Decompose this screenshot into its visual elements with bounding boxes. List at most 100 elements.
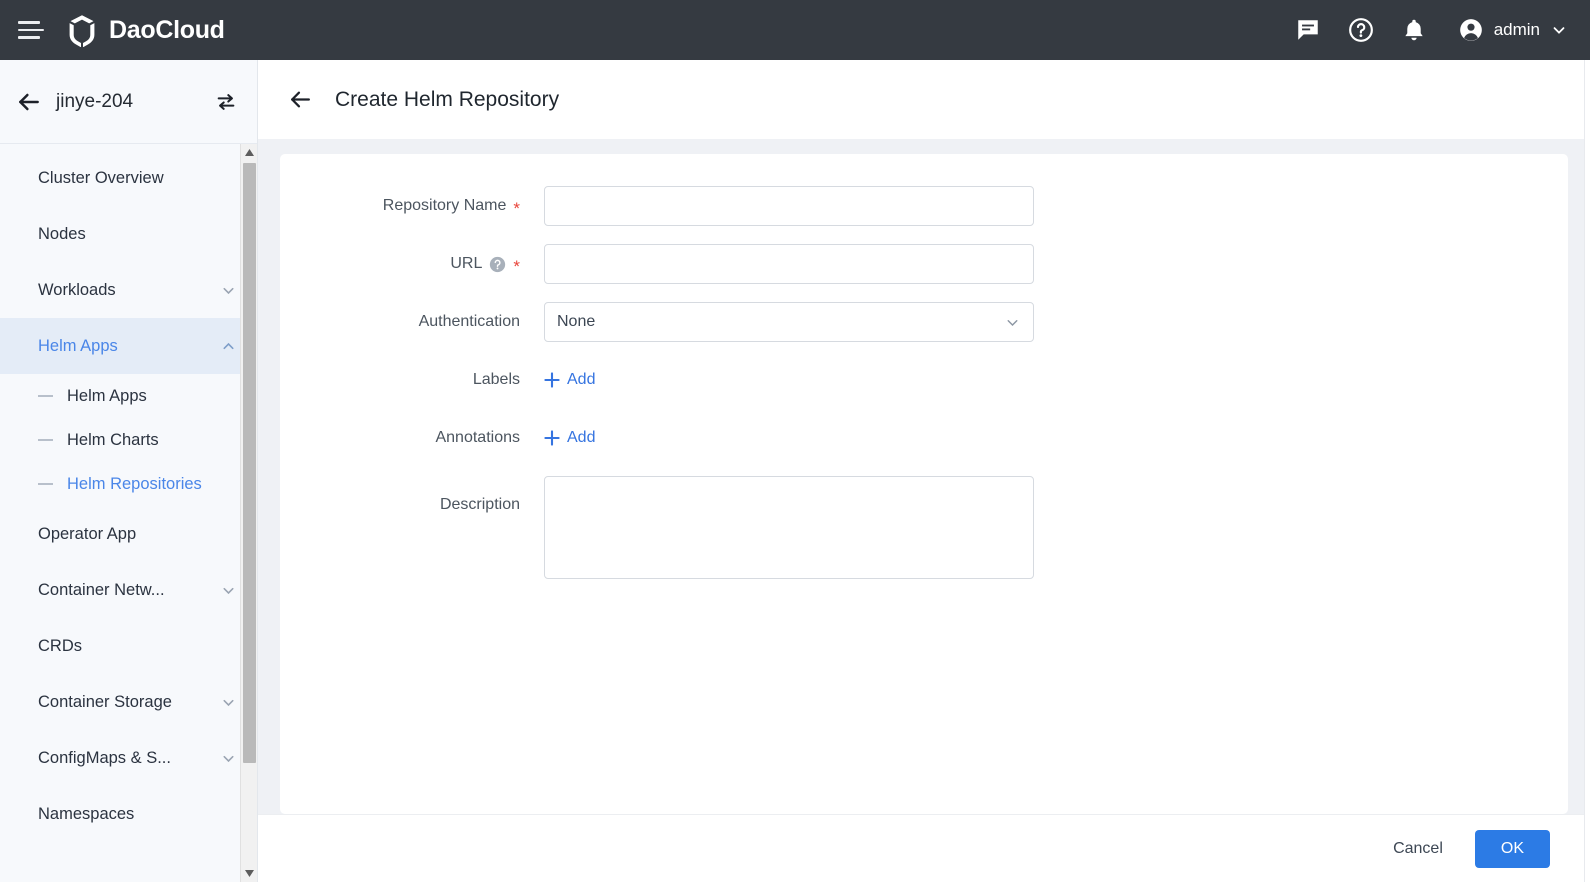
chevron-down-icon[interactable] [220,750,237,767]
form-row-description: Description [280,476,1568,584]
dash-icon [38,483,53,485]
brand-logo-group[interactable]: DaoCloud [66,14,225,47]
sidebar-item-label: Operator App [38,525,136,544]
chevron-down-icon[interactable] [220,694,237,711]
sidebar-item-container-network[interactable]: Container Netw... [0,562,257,618]
dash-icon [38,439,53,441]
label-authentication: Authentication [280,302,530,342]
window-scrollbar[interactable] [1584,60,1590,882]
repository-name-input[interactable] [544,186,1034,226]
arrow-left-icon[interactable] [16,89,42,115]
brand-name: DaoCloud [109,16,225,45]
page-title: Create Helm Repository [335,88,559,112]
chevron-down-icon[interactable] [1004,314,1021,331]
hamburger-icon[interactable] [18,15,48,45]
sidebar-item-configmaps-secrets[interactable]: ConfigMaps & S... [0,730,257,786]
sidebar-item-workloads[interactable]: Workloads [0,262,257,318]
sidebar-item-container-storage[interactable]: Container Storage [0,674,257,730]
hamburger-line [18,21,40,24]
scroll-up-arrow-icon[interactable] [241,144,258,161]
form-row-labels: Labels Add [280,360,1568,400]
sidebar-item-cluster-overview[interactable]: Cluster Overview [0,150,257,206]
sidebar-nav-list: Cluster Overview Nodes Workloads Helm Ap… [0,144,257,842]
dash-icon [38,395,53,397]
help-icon[interactable] [489,256,506,273]
sidebar-item-crds[interactable]: CRDs [0,618,257,674]
sidebar-item-label: Helm Apps [38,337,118,356]
hamburger-line [18,36,40,39]
add-label-button[interactable]: Add [544,360,595,400]
required-asterisk: * [513,200,520,217]
plus-icon [544,372,560,388]
authentication-selected-value: None [557,313,595,331]
plus-icon [544,430,560,446]
label-url: URL * [280,244,530,284]
form-row-url: URL * [280,244,1568,284]
sidebar-item-nodes[interactable]: Nodes [0,206,257,262]
triangle-down-icon [244,869,255,878]
sidebar-scrollbar[interactable] [240,144,257,882]
scroll-down-arrow-icon[interactable] [241,865,258,882]
sidebar-item-namespaces[interactable]: Namespaces [0,786,257,842]
cluster-name: jinye-204 [56,91,215,113]
form-row-repository-name: Repository Name * [280,186,1568,226]
label-text: Description [440,485,520,525]
sidebar-item-operator-app[interactable]: Operator App [0,506,257,562]
sidebar-item-helm-apps[interactable]: Helm Apps [0,374,257,418]
sidebar: jinye-204 Cluster Overview Nodes Workloa… [0,60,258,882]
field-authentication: None [530,302,1568,342]
add-annotation-button[interactable]: Add [544,418,595,458]
label-labels: Labels [280,360,530,400]
required-asterisk: * [513,258,520,275]
label-text: Labels [473,360,520,400]
authentication-select[interactable]: None [544,302,1034,342]
field-url [530,244,1568,284]
sidebar-item-helm-repositories[interactable]: Helm Repositories [0,462,257,506]
form-row-annotations: Annotations Add [280,418,1568,458]
field-repository-name [530,186,1568,226]
label-text: Annotations [435,418,520,458]
chevron-down-icon[interactable] [220,282,237,299]
sidebar-item-label: Container Storage [38,693,172,712]
label-annotations: Annotations [280,418,530,458]
sidebar-item-label: Nodes [38,225,86,244]
chevron-up-icon[interactable] [220,338,237,355]
sidebar-item-label: ConfigMaps & S... [38,749,171,768]
user-menu[interactable]: admin [1458,17,1568,43]
sidebar-item-label: Helm Apps [67,387,147,406]
add-annotation-text: Add [567,429,595,447]
sidebar-item-helm-charts[interactable]: Helm Charts [0,418,257,462]
arrow-left-icon[interactable] [288,87,313,112]
field-annotations: Add [530,418,1568,458]
sidebar-scrollbar-thumb[interactable] [243,163,256,763]
switch-cluster-icon[interactable] [215,91,237,113]
message-icon[interactable] [1295,17,1321,43]
top-navigation-bar: DaoCloud [0,0,1590,60]
sidebar-item-label: Cluster Overview [38,169,164,188]
help-icon[interactable] [1348,17,1374,43]
chevron-down-icon[interactable] [1550,21,1568,39]
page-header: Create Helm Repository [258,60,1590,139]
daocloud-cube-icon [66,14,98,47]
cancel-button[interactable]: Cancel [1383,832,1453,866]
sidebar-item-label: Helm Charts [67,431,159,450]
label-description: Description [280,476,530,525]
chevron-down-icon[interactable] [220,582,237,599]
url-input[interactable] [544,244,1034,284]
sidebar-item-label: Container Netw... [38,581,165,600]
sidebar-scrollbar-track[interactable] [241,161,258,865]
sidebar-item-label: CRDs [38,637,82,656]
ok-button[interactable]: OK [1475,830,1550,868]
content-area: Repository Name * URL [258,139,1590,814]
sidebar-item-helm-apps-group[interactable]: Helm Apps [0,318,257,374]
label-text: Repository Name [383,186,507,226]
sidebar-item-label: Helm Repositories [67,475,202,494]
label-text: URL [450,244,482,284]
sidebar-item-label: Workloads [38,281,116,300]
field-description [530,476,1568,584]
sidebar-header: jinye-204 [0,60,257,143]
triangle-up-icon [244,148,255,157]
description-textarea[interactable] [544,476,1034,579]
user-name: admin [1494,20,1540,40]
bell-icon[interactable] [1401,17,1427,43]
